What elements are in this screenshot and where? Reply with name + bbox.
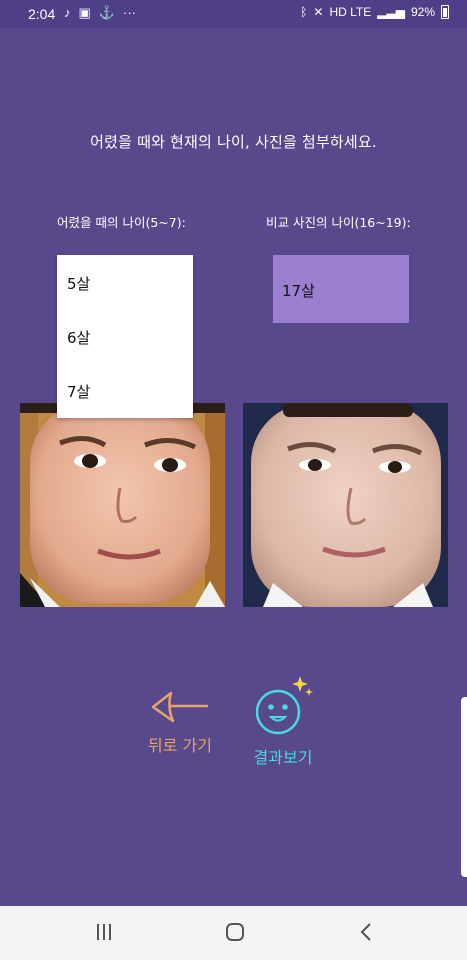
edge-panel-handle[interactable] bbox=[461, 697, 467, 877]
childhood-photo[interactable] bbox=[20, 403, 225, 607]
network-label: HD LTE bbox=[329, 5, 372, 19]
recents-icon[interactable] bbox=[93, 921, 115, 943]
back-button[interactable]: 뒤로 가기 bbox=[140, 688, 220, 756]
status-bar: 2:04 ♪ ▣ ⚓ ··· ᛒ ✕ HD LTE ▂▃▅ 92% bbox=[0, 0, 467, 28]
age-option-7[interactable]: 7살 bbox=[57, 363, 193, 417]
mute-icon: ✕ bbox=[313, 5, 324, 19]
age-option-5[interactable]: 5살 bbox=[57, 255, 193, 309]
system-icons: ᛒ ✕ HD LTE ▂▃▅ 92% bbox=[300, 5, 449, 19]
compare-age-select[interactable]: 17살 bbox=[273, 255, 409, 323]
signal-icon: ▂▃▅ bbox=[377, 5, 405, 19]
current-photo[interactable] bbox=[243, 403, 448, 607]
battery-icon bbox=[441, 5, 449, 19]
home-icon[interactable] bbox=[224, 921, 246, 943]
system-nav-bar bbox=[0, 906, 467, 960]
smiley-icon bbox=[255, 676, 313, 735]
compare-age-label: 비교 사진의 나이(16~19): bbox=[266, 215, 411, 230]
battery-percent: 92% bbox=[410, 5, 435, 19]
bluetooth-icon: ᛒ bbox=[300, 5, 308, 19]
arrow-left-icon bbox=[151, 691, 209, 723]
age-option-6[interactable]: 6살 bbox=[57, 309, 193, 363]
more-icon: ··· bbox=[122, 5, 136, 20]
childhood-photo-image bbox=[20, 403, 225, 607]
page-title: 어렸을 때와 현재의 나이, 사진을 첨부하세요. bbox=[90, 133, 377, 151]
alert-icon: ⚓ bbox=[98, 5, 115, 20]
current-photo-image bbox=[243, 403, 448, 607]
music-note-icon: ♪ bbox=[64, 5, 71, 20]
result-label: 결과보기 bbox=[253, 748, 313, 767]
back-nav-icon[interactable] bbox=[356, 921, 378, 943]
young-age-label: 어렸을 때의 나이(5~7): bbox=[57, 215, 186, 230]
result-button[interactable]: 결과보기 bbox=[243, 672, 323, 768]
back-label: 뒤로 가기 bbox=[148, 736, 212, 755]
image-icon: ▣ bbox=[78, 5, 91, 20]
notification-icons: ♪ ▣ ⚓ ··· bbox=[64, 5, 136, 21]
young-age-dropdown[interactable]: 5살 6살 7살 bbox=[57, 255, 193, 418]
status-time: 2:04 bbox=[28, 6, 56, 22]
